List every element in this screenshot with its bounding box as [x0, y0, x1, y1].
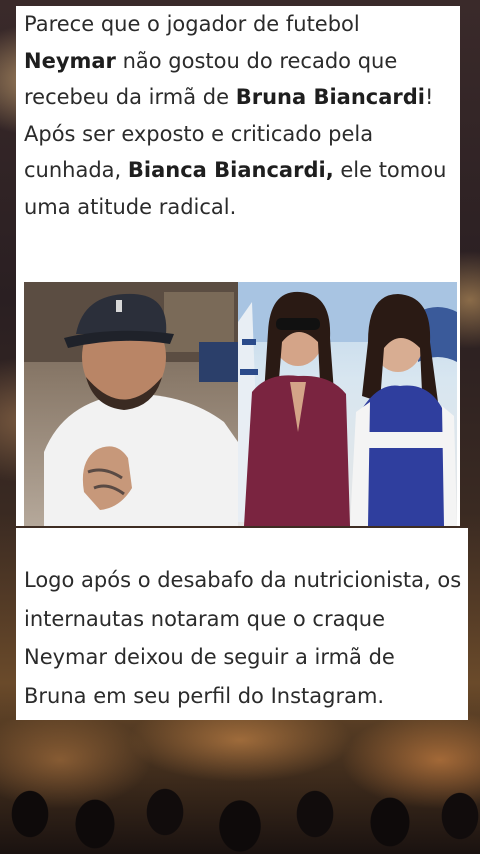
name-neymar: Neymar	[24, 48, 116, 73]
article-followup-text: Logo após o desabafo da nutricionista, o…	[24, 568, 462, 708]
name-bianca-biancardi: Bianca Biancardi,	[127, 158, 334, 182]
photo-biancardi-sisters	[238, 282, 457, 526]
neymar-illustration	[24, 282, 238, 526]
intro-text-1: Parece que o jogador de futebol	[24, 12, 360, 36]
photo-neymar	[24, 282, 238, 526]
sisters-illustration	[238, 282, 457, 526]
name-bruna-biancardi: Bruna Biancardi	[235, 85, 425, 109]
article-photo	[24, 282, 457, 526]
article-intro-text: Parece que o jogador de futebol Neymar n…	[24, 6, 454, 225]
